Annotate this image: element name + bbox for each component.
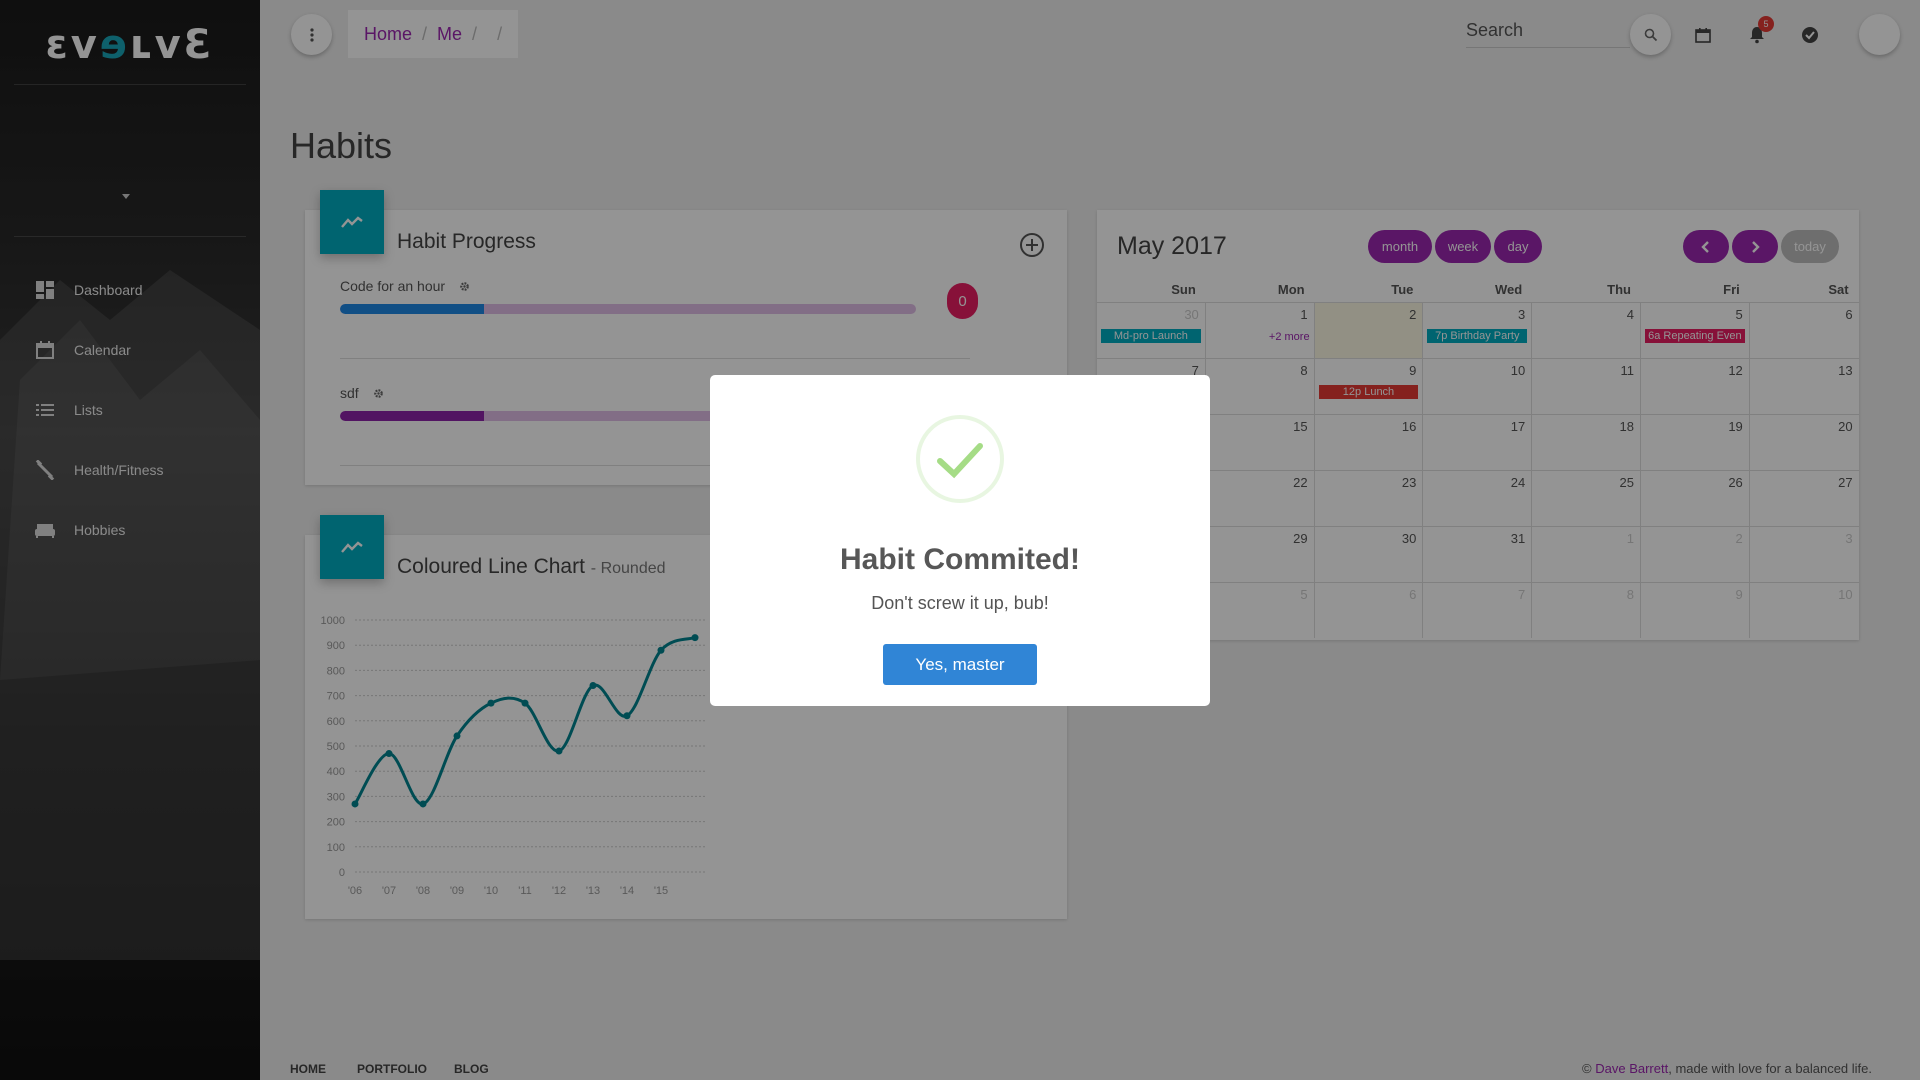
success-check-icon bbox=[916, 415, 1004, 503]
confirm-button[interactable]: Yes, master bbox=[883, 644, 1037, 685]
modal-title: Habit Commited! bbox=[840, 543, 1080, 576]
success-modal: Habit Commited! Don't screw it up, bub! … bbox=[710, 375, 1210, 706]
modal-text: Don't screw it up, bub! bbox=[871, 593, 1049, 613]
